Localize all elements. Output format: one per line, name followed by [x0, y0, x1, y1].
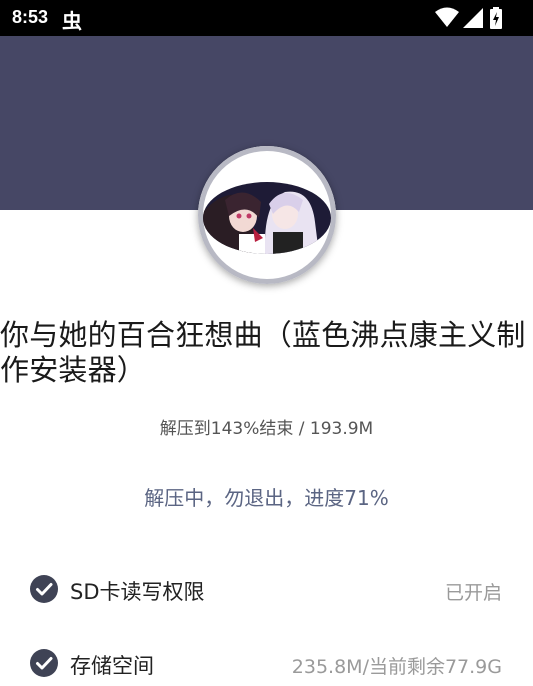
battery-charging-icon: [490, 7, 502, 29]
permission-row-storage: 存储空间 235.8M/当前剩余77.9G: [0, 643, 533, 683]
signal-icon: [463, 8, 483, 28]
status-bar: 8:53 虫: [0, 0, 533, 36]
bug-icon: 虫: [62, 9, 82, 33]
progress-info: 解压到143%结束 / 193.9M: [159, 419, 374, 439]
app-title: 你与她的百合狂想曲（蓝色沸点康主义制作安装器）: [0, 318, 526, 387]
permission-row-sd: SD卡读写权限 已开启: [0, 569, 533, 609]
app-icon-frame: [198, 146, 336, 284]
permission-value: 235.8M/当前剩余77.9G: [291, 656, 502, 678]
status-icons: [435, 7, 505, 29]
permission-label: SD卡读写权限: [70, 580, 205, 604]
check-circle-icon: [30, 575, 58, 603]
wifi-icon: [435, 7, 459, 27]
progress-status: 解压中，勿退出，进度71%: [144, 486, 389, 510]
permission-value: 已开启: [444, 582, 502, 604]
app-icon-artwork: [203, 182, 331, 254]
permission-label: 存储空间: [70, 654, 154, 678]
check-circle-icon: [30, 649, 58, 677]
status-time: 8:53: [12, 7, 49, 27]
